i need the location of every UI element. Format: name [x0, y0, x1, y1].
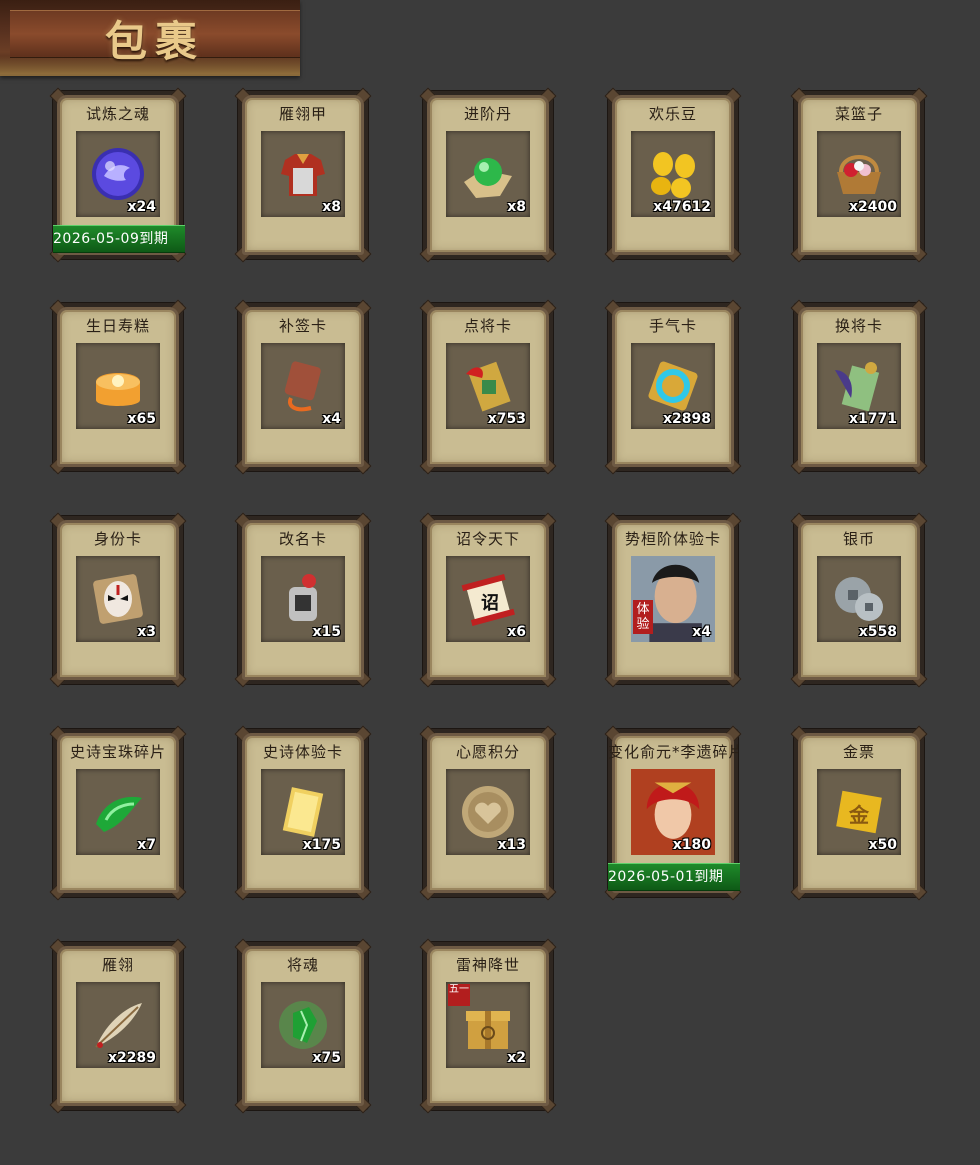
item-name: 身份卡 [93, 530, 142, 548]
item-count: x1771 [849, 411, 897, 427]
expire-date: 2026-05-01到期 [608, 863, 740, 891]
token-card-icon [284, 361, 321, 412]
heart-coin-icon [462, 786, 514, 838]
inventory-item[interactable]: 欢乐豆 x47612 [604, 87, 742, 263]
inventory-item[interactable]: 诏令天下诏 x6 [419, 512, 557, 688]
inventory-item[interactable]: 改名卡 x15 [234, 512, 372, 688]
item-count: x2400 [849, 199, 897, 215]
page-title-banner: 包裹 [0, 0, 300, 76]
item-name: 变化俞元*李遗碎片 [608, 743, 738, 761]
inventory-item[interactable]: 身份卡 x3 [49, 512, 187, 688]
inventory-item[interactable]: 换将卡 x1771 [790, 299, 928, 475]
green-crystal-icon [279, 1001, 327, 1049]
inventory-item[interactable]: 补签卡 x4 [234, 299, 372, 475]
item-count: x4 [322, 411, 341, 427]
item-name: 将魂 [286, 956, 319, 974]
inventory-item[interactable]: 生日寿糕 x65 [49, 299, 187, 475]
general-card-icon [466, 361, 511, 412]
inventory-item[interactable]: 银币 x558 [790, 512, 928, 688]
inventory-item[interactable]: 变化俞元*李遗碎片 x180 2026-05-01到期 [604, 725, 742, 901]
edict-scroll-icon: 诏 [461, 573, 515, 626]
item-count: x8 [507, 199, 526, 215]
inventory-item[interactable]: 心愿积分 x13 [419, 725, 557, 901]
item-name: 史诗体验卡 [262, 743, 343, 761]
inventory-item[interactable]: 手气卡 x2898 [604, 299, 742, 475]
item-count: x75 [312, 1050, 341, 1066]
item-count: x2 [507, 1050, 526, 1066]
item-name: 换将卡 [834, 317, 883, 335]
feather-icon [95, 1003, 142, 1048]
inventory-item[interactable]: 势桓阶体验卡体验 x4 [604, 512, 742, 688]
swap-card-icon [835, 362, 880, 412]
item-name: 试炼之魂 [85, 105, 150, 123]
gold-beans-icon [651, 152, 695, 198]
inventory-item[interactable]: 菜篮子 x2400 [790, 87, 928, 263]
item-count: x175 [302, 837, 341, 853]
gold-ticket-icon: 金 [836, 790, 882, 834]
svg-text:金: 金 [848, 803, 870, 827]
item-name: 银币 [842, 530, 875, 548]
item-count: x2898 [663, 411, 711, 427]
item-count: x753 [487, 411, 526, 427]
item-name: 诏令天下 [455, 530, 520, 548]
item-name: 雁翎甲 [278, 105, 327, 123]
item-name: 势桓阶体验卡 [624, 530, 721, 548]
birthday-cake-icon [96, 373, 140, 406]
svg-text:诏: 诏 [481, 593, 499, 614]
inventory-item[interactable]: 进阶丹 x8 [419, 87, 557, 263]
inventory-item[interactable]: 点将卡 x753 [419, 299, 557, 475]
green-pill-icon [464, 158, 512, 198]
expire-date: 2026-05-09到期 [53, 225, 185, 253]
item-name: 金票 [842, 743, 875, 761]
item-name: 史诗宝珠碎片 [69, 743, 166, 761]
page-title: 包裹 [105, 17, 206, 66]
item-count: x50 [868, 837, 897, 853]
item-count: x65 [127, 411, 156, 427]
item-count: x6 [507, 624, 526, 640]
item-count: x47612 [653, 199, 711, 215]
item-count: x558 [858, 624, 897, 640]
flower-basket-icon [837, 155, 881, 194]
item-count: x180 [672, 837, 711, 853]
inventory-item[interactable]: 试炼之魂 x24 2026-05-09到期 [49, 87, 187, 263]
inventory-item[interactable]: 雁翎 x2289 [49, 938, 187, 1114]
opera-mask-card-icon [93, 574, 143, 624]
purple-dragon-orb-icon [92, 148, 144, 200]
event-badge: 五一 [448, 984, 470, 1006]
inventory-item[interactable]: 史诗体验卡 x175 [234, 725, 372, 901]
rename-card-icon [289, 574, 317, 621]
item-name: 欢乐豆 [648, 105, 697, 123]
trial-tag: 体验 [633, 600, 653, 634]
inventory-item[interactable]: 史诗宝珠碎片 x7 [49, 725, 187, 901]
gold-card-icon [282, 787, 324, 837]
item-name: 菜篮子 [834, 105, 883, 123]
item-name: 改名卡 [278, 530, 327, 548]
item-count: x8 [322, 199, 341, 215]
item-count: x2289 [108, 1050, 156, 1066]
item-name: 雁翎 [101, 956, 134, 974]
item-name: 手气卡 [648, 317, 697, 335]
item-name: 进阶丹 [463, 105, 512, 123]
item-count: x3 [137, 624, 156, 640]
item-name: 心愿积分 [455, 743, 520, 761]
item-count: x7 [137, 837, 156, 853]
item-count: x15 [312, 624, 341, 640]
green-gem-shard-icon [96, 796, 142, 832]
item-name: 生日寿糕 [85, 317, 150, 335]
luck-card-icon [648, 361, 698, 411]
item-count: x13 [497, 837, 526, 853]
item-count: x4 [692, 624, 711, 640]
item-count: x24 [127, 199, 156, 215]
inventory-item[interactable]: 雷神降世五一 x2 [419, 938, 557, 1114]
item-name: 点将卡 [463, 317, 512, 335]
silver-coins-icon [835, 577, 883, 621]
item-name: 雷神降世 [455, 956, 520, 974]
inventory-item[interactable]: 金票金 x50 [790, 725, 928, 901]
inventory-item[interactable]: 雁翎甲 x8 [234, 87, 372, 263]
inventory-item[interactable]: 将魂 x75 [234, 938, 372, 1114]
item-name: 补签卡 [278, 317, 327, 335]
armor-icon [281, 154, 325, 196]
